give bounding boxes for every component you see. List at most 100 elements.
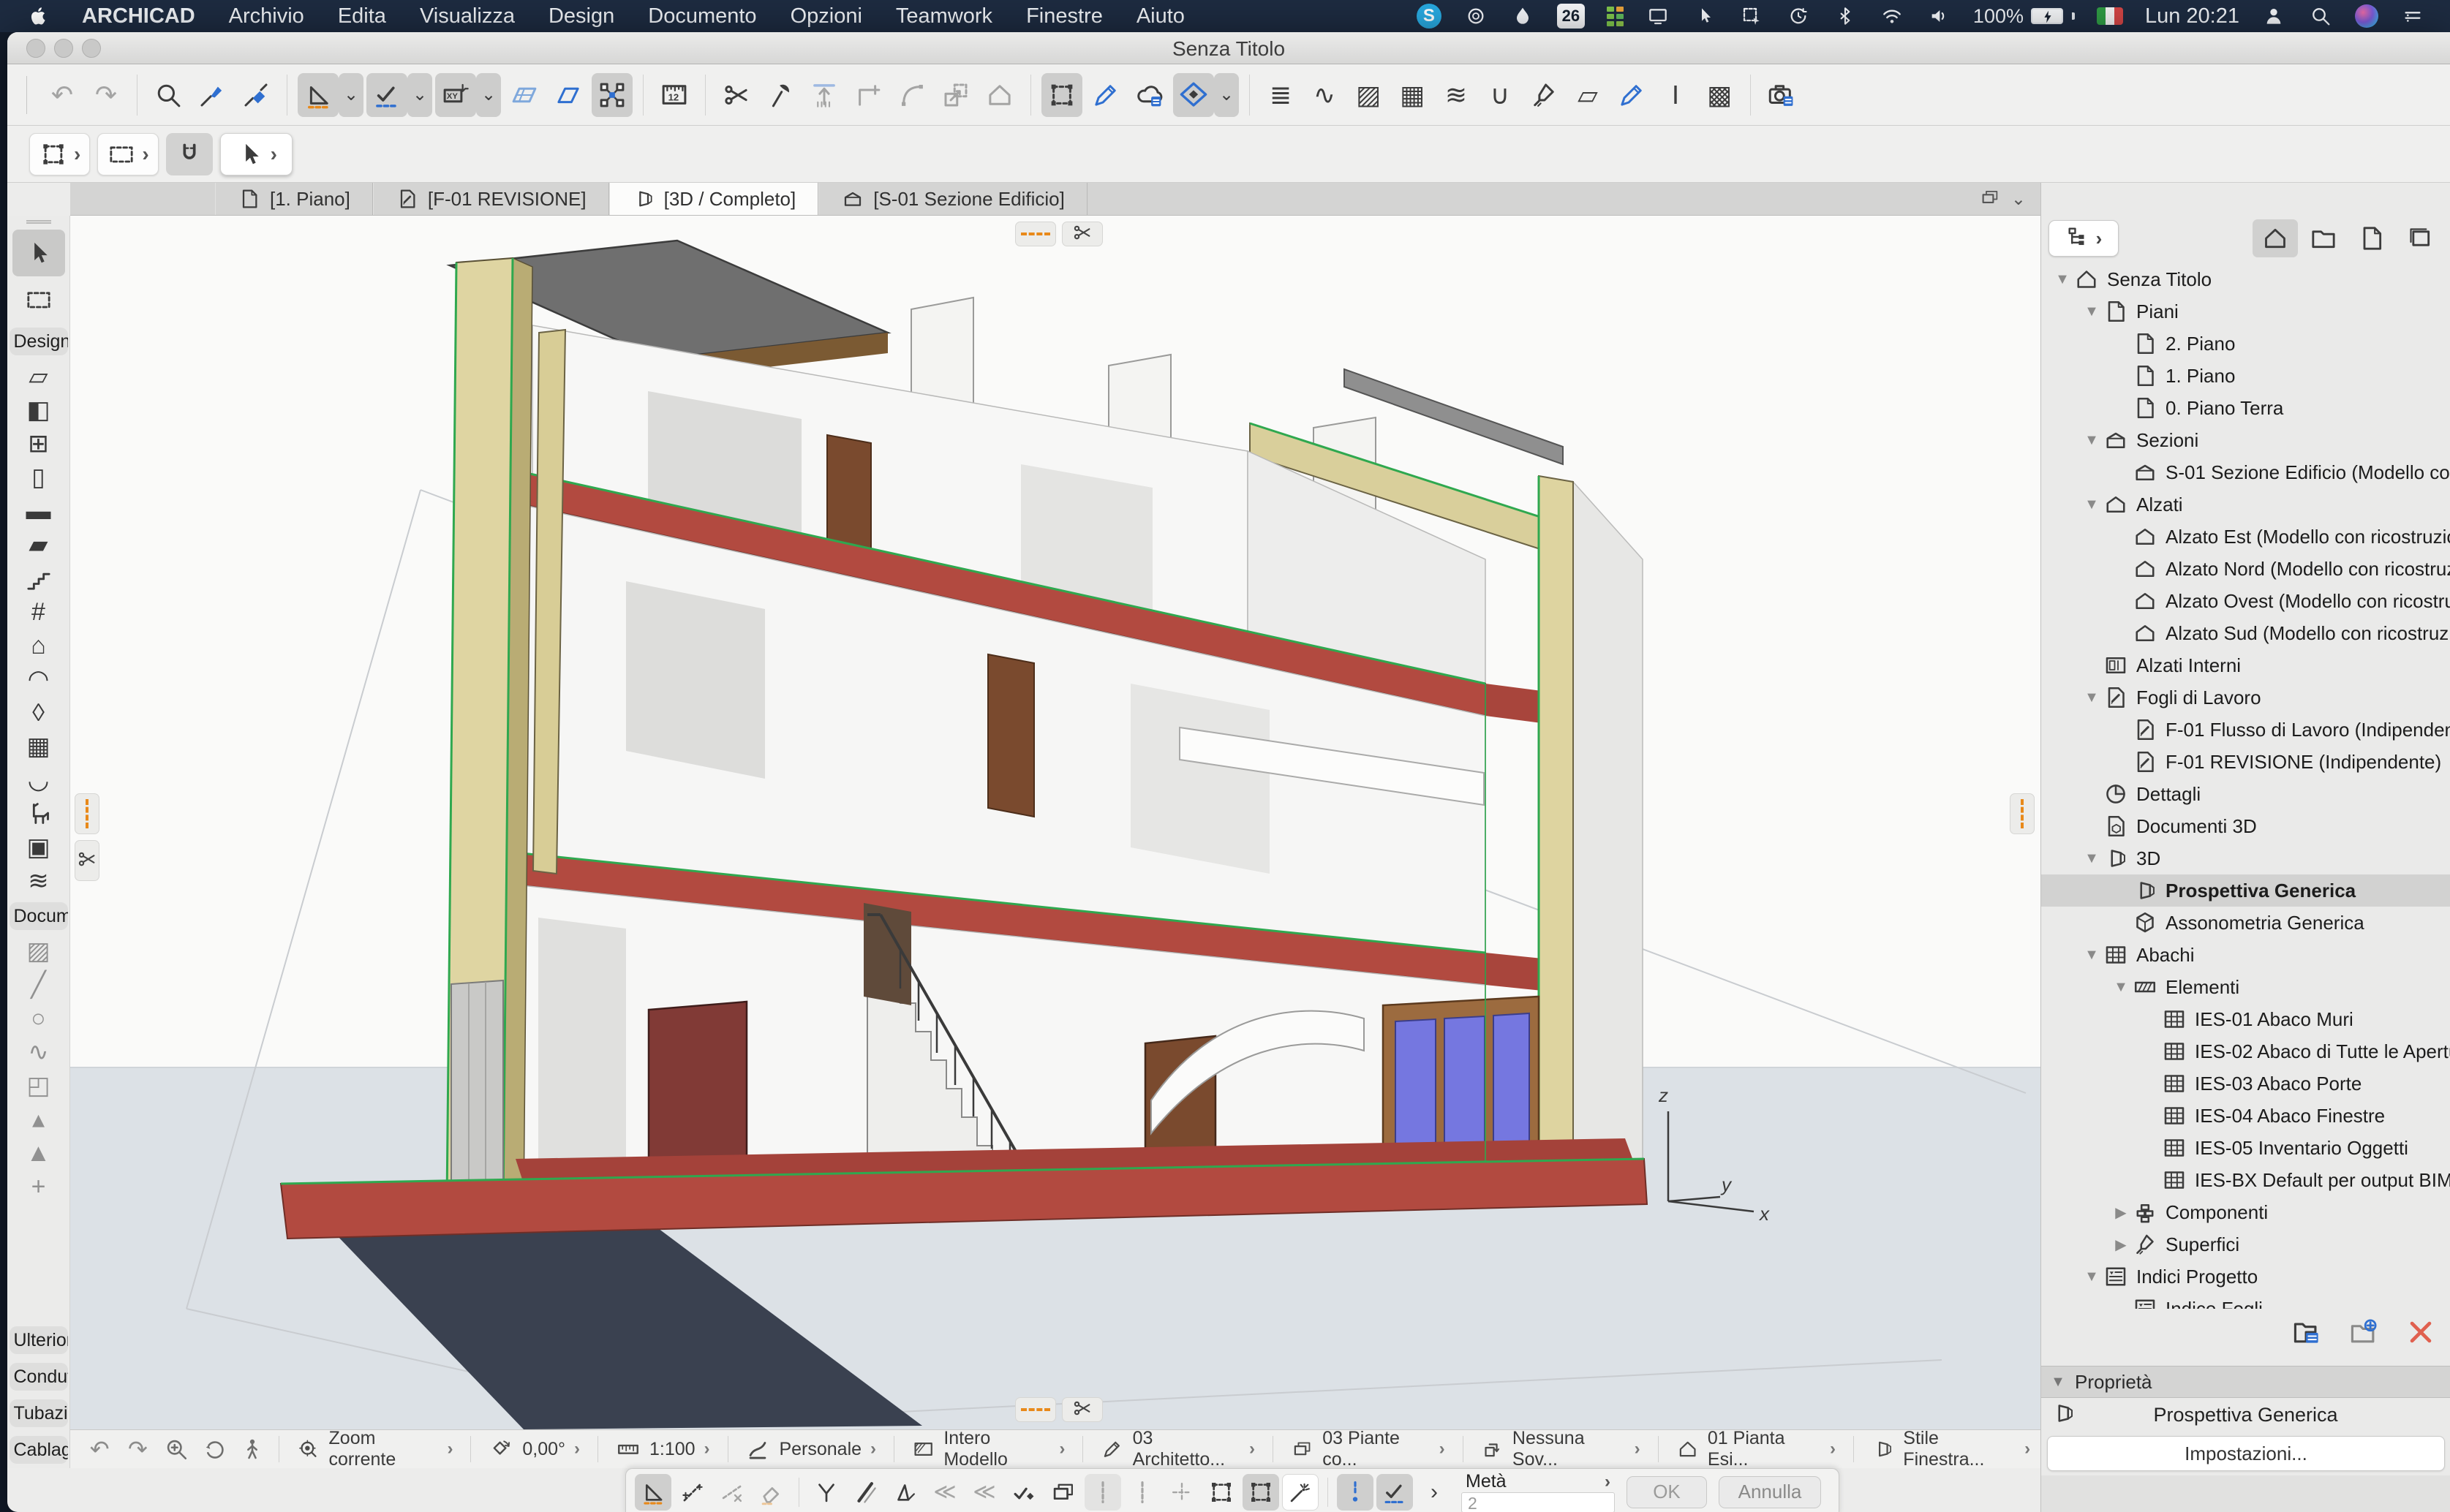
time-machine-icon[interactable] — [1786, 4, 1811, 29]
expand-triangle-icon[interactable]: ▼ — [2081, 303, 2103, 320]
guide-line-button[interactable] — [1015, 222, 1056, 246]
wifi-icon[interactable] — [1880, 4, 1904, 29]
menu-design[interactable]: Design — [549, 4, 614, 29]
text-styles-button[interactable]: I — [1655, 73, 1696, 117]
corner-edit-button[interactable] — [848, 73, 889, 117]
node-editing-button[interactable] — [592, 72, 633, 117]
tree-item-senza-titolo[interactable]: ▼ Senza Titolo — [2041, 263, 2450, 295]
delete-item-button[interactable] — [2402, 1313, 2440, 1351]
magic-wand-button[interactable] — [1282, 1473, 1319, 1511]
tree-item-prospettiva-generica[interactable]: Prospettiva Generica — [2041, 874, 2450, 907]
tool-stair[interactable] — [12, 562, 65, 595]
tree-item-assonometria-generica[interactable]: Assonometria Generica — [2041, 907, 2450, 939]
toolbar-grip[interactable] — [26, 75, 27, 114]
user-icon[interactable] — [2261, 4, 2286, 29]
3d-cutaway-button[interactable] — [1173, 72, 1214, 117]
properties-header[interactable]: ▼ Proprietà — [2041, 1366, 2450, 1398]
snap-guide-toggle-button[interactable] — [1337, 1473, 1373, 1511]
search-icon[interactable] — [2308, 4, 2333, 29]
tool-wall[interactable]: ▱ — [12, 360, 65, 393]
3d-viewport[interactable]: z y x — [70, 216, 2040, 1429]
notification-center-icon[interactable] — [2400, 4, 2425, 29]
pen-control[interactable]: 03 Architetto... › — [1090, 1428, 1265, 1470]
model-filter-control[interactable]: Intero Modello › — [902, 1428, 1075, 1470]
tool-beam[interactable]: ▬ — [12, 494, 65, 528]
tool-arrow[interactable] — [12, 230, 65, 276]
layers-button[interactable]: ≣ — [1260, 73, 1301, 117]
tool-roof[interactable]: ⌂ — [12, 629, 65, 662]
tree-item-2-piano[interactable]: 2. Piano — [2041, 328, 2450, 360]
guide-line-button[interactable] — [1015, 1397, 1056, 1422]
tool-section[interactable]: ▴ — [12, 1103, 65, 1136]
expand-triangle-icon[interactable]: ▼ — [2110, 979, 2132, 996]
bounding-box-button[interactable] — [1203, 1474, 1240, 1511]
tool-railing[interactable]: # — [12, 595, 65, 629]
tab--3d-completo-[interactable]: [3D / Completo] — [608, 183, 819, 215]
toolbox-section-ulteriori[interactable]: Ulteriori — [9, 1326, 68, 1354]
snap-vertical-alt-button[interactable] — [1124, 1474, 1161, 1511]
expand-triangle-icon[interactable]: ▼ — [2051, 271, 2073, 288]
snap-fraction-control[interactable]: Metà › 2 — [1461, 1471, 1615, 1512]
layer-combination-control[interactable]: 03 Piante co... › — [1281, 1428, 1455, 1470]
collapse-triangle-icon[interactable]: ▶ — [2110, 1236, 2132, 1254]
tab-list-icon[interactable] — [1979, 186, 2001, 212]
tree-item-0-piano-terra[interactable]: 0. Piano Terra — [2041, 392, 2450, 424]
profiles-button[interactable]: ▩ — [1699, 73, 1740, 117]
coordinates-xy-dropdown[interactable]: ⌄ — [476, 72, 501, 117]
quantity-takeoff-button[interactable] — [1129, 73, 1170, 117]
expand-triangle-icon[interactable]: ▼ — [2081, 850, 2103, 867]
guide-lines-dropdown[interactable]: ⌄ — [339, 72, 363, 117]
snap-fraction-value[interactable]: 2 — [1461, 1492, 1615, 1512]
snap-magnet-button[interactable] — [165, 132, 213, 175]
guide-lines-button[interactable] — [298, 72, 339, 117]
apple-icon[interactable] — [28, 5, 50, 27]
menu-clock[interactable]: Lun 20:21 — [2145, 4, 2239, 29]
tree-item-alzato-est-modello-con-ricostruzione-aut[interactable]: Alzato Est (Modello con ricostruzione au… — [2041, 521, 2450, 553]
tree-item-fogli-di-lavoro[interactable]: ▼ Fogli di Lavoro — [2041, 681, 2450, 714]
tree-item-abachi[interactable]: ▼ Abachi — [2041, 939, 2450, 971]
editing-plane-button[interactable] — [548, 73, 589, 117]
siri-icon[interactable] — [2355, 4, 2378, 28]
expand-triangle-icon[interactable]: ▼ — [2081, 432, 2103, 449]
screenshot-icon[interactable] — [1739, 4, 1764, 29]
erase-guides-button[interactable] — [753, 1474, 790, 1511]
view-preset-control[interactable]: 01 Pianta Esi... › — [1666, 1428, 1846, 1470]
tree-item-s-01-sezione-edificio-modello-con-ricost[interactable]: S-01 Sezione Edificio (Modello con ricos… — [2041, 456, 2450, 488]
ok-button[interactable]: OK — [1627, 1475, 1707, 1508]
snap-offset-button[interactable]: ≪ — [927, 1474, 963, 1511]
tree-item-alzato-sud-modello-con-ricostruzione-au[interactable]: Alzato Sud (Modello con ricostruzione au — [2041, 617, 2450, 649]
menu-opzioni[interactable]: Opzioni — [791, 4, 862, 29]
menu-edita[interactable]: Edita — [338, 4, 386, 29]
remove-guides-button[interactable] — [714, 1474, 750, 1511]
toolbox-grip[interactable] — [26, 220, 51, 224]
tab--f-01-revisione-[interactable]: [F-01 REVISIONE] — [372, 183, 609, 215]
tool-door[interactable]: ◧ — [12, 393, 65, 427]
forward-button[interactable]: ↷ — [118, 1433, 157, 1465]
tree-item-ies-05-inventario-oggetti[interactable]: IES-05 Inventario Oggetti — [2041, 1132, 2450, 1164]
tree-item-piani[interactable]: ▼ Piani — [2041, 295, 2450, 328]
rotation-control[interactable]: 0,00° › — [478, 1433, 590, 1465]
tree-item-componenti[interactable]: ▶ Componenti — [2041, 1196, 2450, 1228]
tool-skylight[interactable]: ◊ — [12, 696, 65, 730]
snap-multi-offset-button[interactable]: ≪ — [966, 1474, 1003, 1511]
tree-item-alzati-interni[interactable]: Alzati Interni — [2041, 649, 2450, 681]
expand-triangle-icon[interactable]: ▼ — [2081, 1269, 2103, 1285]
tree-item-f-01-revisione-indipendente-[interactable]: F-01 REVISIONE (Indipendente) — [2041, 746, 2450, 778]
zoom-level-control[interactable]: Zoom corrente › — [287, 1428, 463, 1470]
snap-bisector-button[interactable] — [808, 1474, 845, 1511]
guide-segment-button[interactable] — [674, 1474, 711, 1511]
launcher-icon[interactable] — [1606, 6, 1624, 26]
tree-item-3d[interactable]: ▼ 3D — [2041, 842, 2450, 874]
tree-item-1-piano[interactable]: 1. Piano — [2041, 360, 2450, 392]
tab--1-piano-[interactable]: [1. Piano] — [215, 183, 373, 215]
tab-overflow-chevron[interactable]: ⌄ — [2011, 189, 2026, 210]
scale-control[interactable]: 1:100 › — [606, 1433, 720, 1465]
tree-item-ies-01-abaco-muri[interactable]: IES-01 Abaco Muri — [2041, 1003, 2450, 1035]
tool-polyline[interactable]: ∿ — [12, 1035, 65, 1069]
adjust-button[interactable] — [760, 73, 801, 117]
fills-button[interactable]: ▨ — [1348, 73, 1389, 117]
menu-aiuto[interactable]: Aiuto — [1137, 4, 1185, 29]
app-drop-icon[interactable] — [1510, 4, 1535, 29]
battery-indicator[interactable]: 100% — [1973, 5, 2075, 28]
pens-button[interactable]: ∪ — [1480, 73, 1520, 117]
